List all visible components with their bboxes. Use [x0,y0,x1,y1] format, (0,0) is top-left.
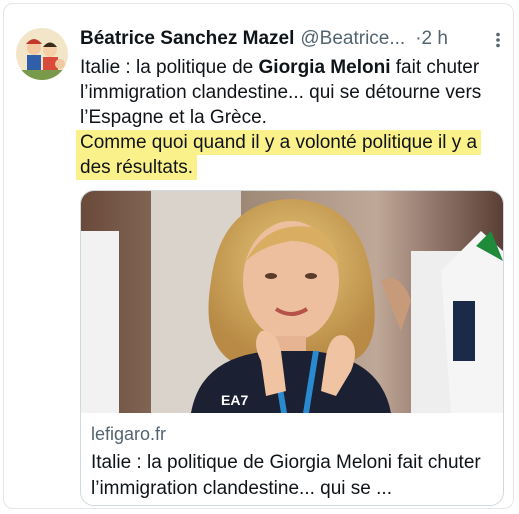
link-preview-card[interactable]: EA7 lefigaro.fr Italie : la politique de… [80,190,504,506]
author-name[interactable]: Béatrice Sanchez Mazel [80,28,294,49]
tweet-timestamp[interactable]: 2 h [422,28,448,49]
tweet-text-part1: Italie : la politique de [80,57,259,78]
author-avatar[interactable] [16,28,68,80]
link-domain[interactable]: lefigaro.fr [91,424,166,445]
highlighted-text: Comme quoi quand il y a volonté politiqu… [76,130,482,180]
link-title[interactable]: Italie : la politique de Giorgia Meloni … [91,450,491,502]
tweet-header: Béatrice Sanchez Mazel @Beatrice... ·2 h [80,26,505,52]
author-handle[interactable]: @Beatrice... [300,28,405,49]
shirt-logo-text: EA7 [221,392,248,408]
more-options-icon[interactable] [491,32,505,48]
link-preview-image[interactable]: EA7 [81,191,503,413]
tweet-text: Italie : la politique de Giorgia Meloni … [76,55,505,180]
tweet-text-bold: Giorgia Meloni [258,57,391,78]
photo-of-woman-applauding-icon: EA7 [81,191,503,413]
avatar-cartoon-icon [16,28,68,80]
